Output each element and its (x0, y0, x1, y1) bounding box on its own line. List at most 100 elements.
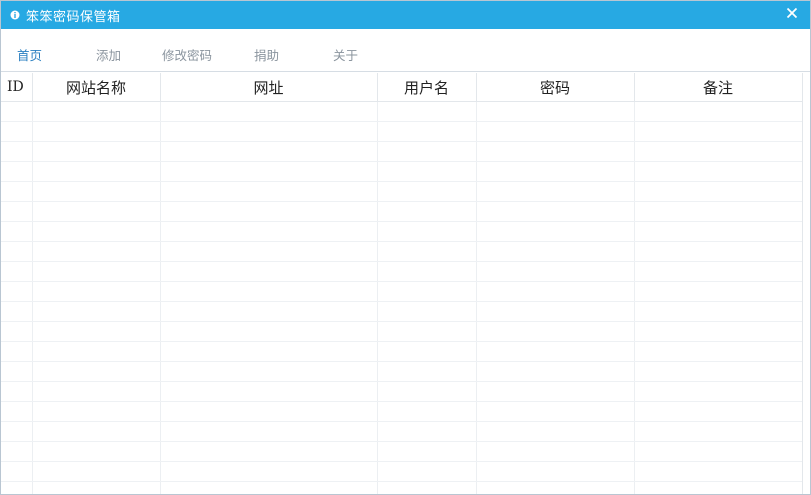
menu-item-add[interactable]: 添加 (96, 45, 121, 64)
table-row[interactable] (1, 161, 803, 182)
table-cell (160, 301, 378, 322)
table-row[interactable] (1, 121, 803, 142)
table-cell (377, 161, 477, 182)
column-header-password[interactable]: 密码 (476, 73, 635, 102)
table-cell (377, 361, 477, 382)
table-cell (1, 301, 33, 322)
table-cell (634, 341, 803, 362)
table-row[interactable] (1, 401, 803, 422)
table-cell (377, 241, 477, 262)
menu-bar: 首页 添加 修改密码 捐助 关于 (1, 29, 810, 72)
table-cell (377, 221, 477, 242)
table-cell (476, 101, 635, 122)
table-cell (1, 221, 33, 242)
column-header-username[interactable]: 用户名 (377, 73, 477, 102)
column-header-notes[interactable]: 备注 (634, 73, 803, 102)
menu-item-about[interactable]: 关于 (333, 45, 358, 64)
table-cell (476, 241, 635, 262)
column-header-site-name[interactable]: 网站名称 (32, 73, 161, 102)
table-row[interactable] (1, 441, 803, 462)
table-row[interactable] (1, 261, 803, 282)
table-cell (32, 381, 161, 402)
table-cell (32, 221, 161, 242)
table-cell (476, 441, 635, 462)
table-cell (634, 261, 803, 282)
table-cell (476, 301, 635, 322)
table-cell (32, 301, 161, 322)
table-row[interactable] (1, 201, 803, 222)
table-cell (32, 141, 161, 162)
table-cell (1, 461, 33, 482)
table-cell (1, 481, 33, 494)
table-cell (32, 481, 161, 494)
table-cell (634, 281, 803, 302)
table-cell (634, 301, 803, 322)
table-row[interactable] (1, 421, 803, 442)
table-row[interactable] (1, 301, 803, 322)
menu-item-change-password[interactable]: 修改密码 (162, 45, 212, 64)
table-cell (634, 461, 803, 482)
table-cell (32, 121, 161, 142)
table-row[interactable] (1, 221, 803, 242)
table-cell (1, 441, 33, 462)
menu-item-home[interactable]: 首页 (17, 45, 42, 64)
table-cell (1, 201, 33, 222)
table-cell (476, 281, 635, 302)
table-cell (634, 241, 803, 262)
table-cell (634, 401, 803, 422)
table-cell (634, 101, 803, 122)
table-row[interactable] (1, 321, 803, 342)
table-cell (1, 401, 33, 422)
table-cell (160, 461, 378, 482)
table-cell (634, 381, 803, 402)
table-cell (1, 381, 33, 402)
table-cell (634, 201, 803, 222)
table-cell (377, 301, 477, 322)
table-cell (634, 321, 803, 342)
table-cell (476, 341, 635, 362)
table-cell (634, 221, 803, 242)
column-header-id[interactable]: ID (1, 73, 33, 102)
table-cell (32, 421, 161, 442)
table-cell (32, 361, 161, 382)
table-row[interactable] (1, 181, 803, 202)
password-table[interactable]: ID 网站名称 网址 用户名 密码 备注 (1, 73, 810, 494)
table-row[interactable] (1, 381, 803, 402)
menu-item-donate[interactable]: 捐助 (254, 45, 279, 64)
table-cell (634, 441, 803, 462)
table-row[interactable] (1, 241, 803, 262)
table-cell (377, 261, 477, 282)
table-cell (32, 181, 161, 202)
table-cell (160, 421, 378, 442)
table-right-border (802, 73, 803, 494)
table-cell (476, 381, 635, 402)
info-circle-icon (10, 10, 20, 20)
table-row[interactable] (1, 461, 803, 482)
table-row[interactable] (1, 141, 803, 162)
table-cell (32, 261, 161, 282)
table-cell (476, 141, 635, 162)
table-cell (377, 101, 477, 122)
table-cell (1, 121, 33, 142)
title-bar: 笨笨密码保管箱 (1, 1, 810, 29)
table-cell (32, 441, 161, 462)
table-row[interactable] (1, 101, 803, 122)
table-row[interactable] (1, 281, 803, 302)
table-cell (1, 261, 33, 282)
table-cell (160, 401, 378, 422)
table-row[interactable] (1, 481, 803, 494)
table-cell (377, 281, 477, 302)
table-cell (1, 321, 33, 342)
table-cell (160, 101, 378, 122)
table-cell (476, 121, 635, 142)
table-cell (1, 101, 33, 122)
table-row[interactable] (1, 341, 803, 362)
table-cell (160, 161, 378, 182)
close-icon (786, 7, 798, 23)
table-cell (377, 441, 477, 462)
table-row[interactable] (1, 361, 803, 382)
close-button[interactable] (782, 5, 802, 25)
table-cell (32, 201, 161, 222)
column-header-url[interactable]: 网址 (160, 73, 378, 102)
table-cell (32, 401, 161, 422)
